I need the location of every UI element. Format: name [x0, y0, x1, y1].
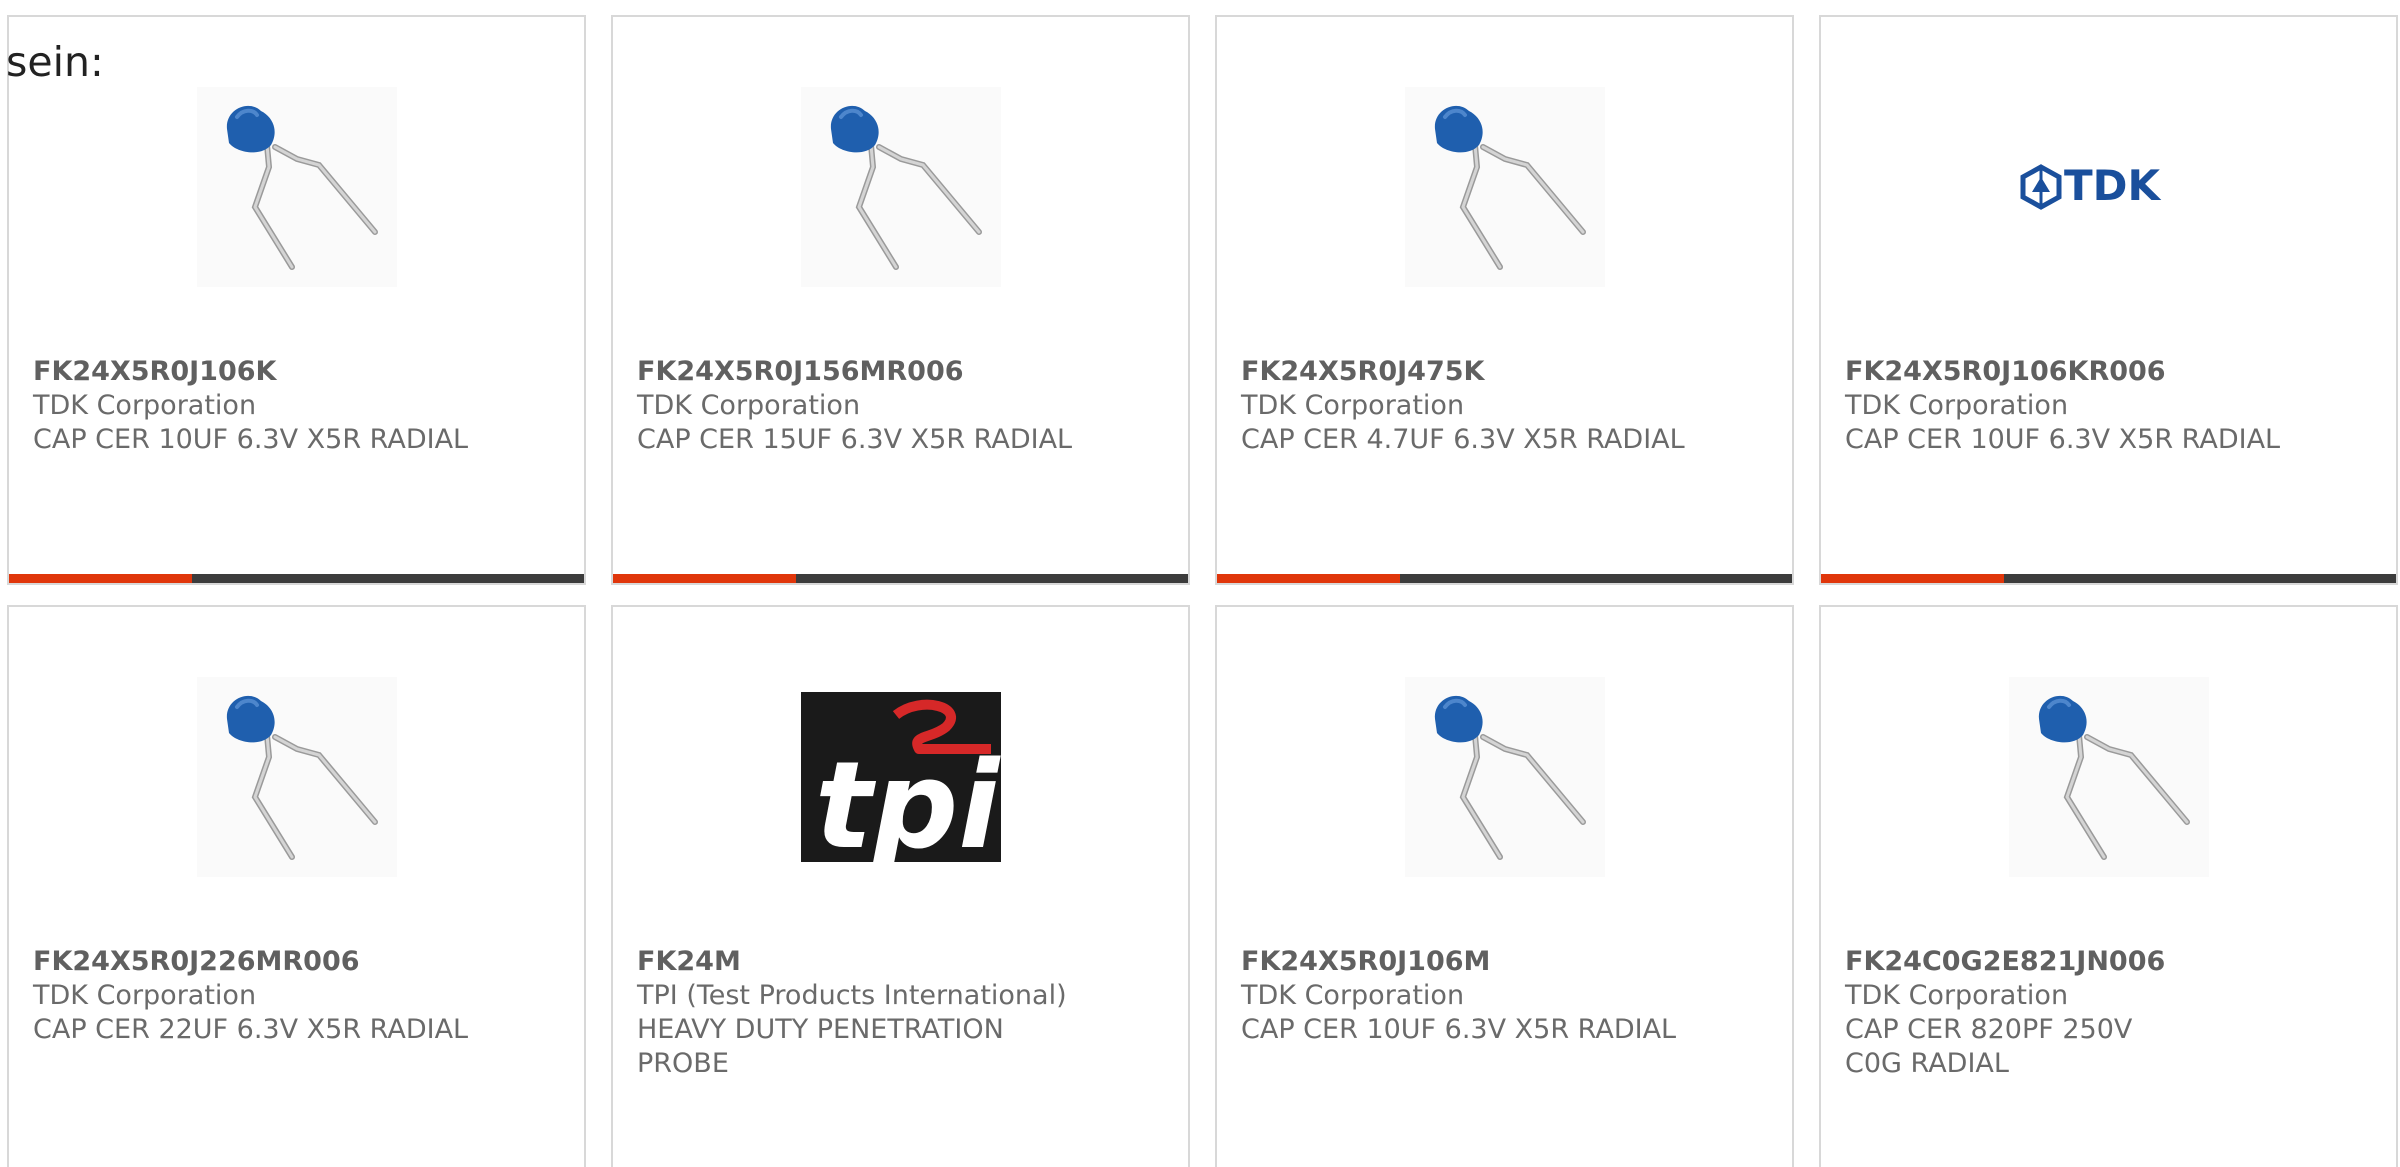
- manufacturer: TDK Corporation: [1845, 390, 2069, 421]
- radial-capacitor-icon[interactable]: [800, 87, 1001, 287]
- part-number[interactable]: FK24X5R0J475K: [1241, 355, 1768, 389]
- card-bar-accent: [613, 574, 796, 583]
- product-card[interactable]: tpi FK24M TPI (Test Products Internation…: [611, 605, 1190, 1167]
- product-info: FK24X5R0J156MR006 TDK Corporation CAP CE…: [637, 355, 1164, 457]
- product-info: FK24C0G2E821JN006 TDK Corporation CAP CE…: [1845, 945, 2372, 1081]
- product-info: FK24X5R0J226MR006 TDK Corporation CAP CE…: [33, 945, 560, 1047]
- card-bar-accent: [9, 574, 192, 583]
- card-bar: [613, 574, 1188, 583]
- product-card[interactable]: TDK FK24X5R0J106KR006 TDK Corporation CA…: [1819, 15, 2398, 585]
- manufacturer: TDK Corporation: [1241, 980, 1465, 1011]
- product-card[interactable]: FK24C0G2E821JN006 TDK Corporation CAP CE…: [1819, 605, 2398, 1167]
- product-info: FK24X5R0J475K TDK Corporation CAP CER 4.…: [1241, 355, 1768, 457]
- description: CAP CER 4.7UF 6.3V X5R RADIAL: [1241, 424, 1685, 455]
- manufacturer: TDK Corporation: [637, 390, 861, 421]
- intro-text: sein:: [6, 38, 104, 86]
- product-card[interactable]: FK24X5R0J106K TDK Corporation CAP CER 10…: [7, 15, 586, 585]
- manufacturer: TDK Corporation: [33, 390, 257, 421]
- product-card[interactable]: FK24X5R0J226MR006 TDK Corporation CAP CE…: [7, 605, 586, 1167]
- tpi-logo-text: tpi: [815, 737, 1001, 876]
- description: HEAVY DUTY PENETRATION PROBE: [637, 1014, 1004, 1079]
- radial-capacitor-icon[interactable]: [196, 677, 397, 877]
- product-info: FK24X5R0J106KR006 TDK Corporation CAP CE…: [1845, 355, 2372, 457]
- radial-capacitor-icon[interactable]: [1404, 87, 1605, 287]
- manufacturer: TDK Corporation: [1241, 390, 1465, 421]
- card-bar: [9, 574, 584, 583]
- product-card[interactable]: FK24X5R0J156MR006 TDK Corporation CAP CE…: [611, 15, 1190, 585]
- description: CAP CER 22UF 6.3V X5R RADIAL: [33, 1014, 469, 1045]
- tdk-logo-text: TDK: [2064, 161, 2162, 210]
- manufacturer: TDK Corporation: [33, 980, 257, 1011]
- description: CAP CER 15UF 6.3V X5R RADIAL: [637, 424, 1073, 455]
- description: CAP CER 10UF 6.3V X5R RADIAL: [33, 424, 469, 455]
- manufacturer: TPI (Test Products International): [637, 980, 1067, 1011]
- card-bar: [1821, 574, 2396, 583]
- product-card[interactable]: FK24X5R0J475K TDK Corporation CAP CER 4.…: [1215, 15, 1794, 585]
- part-number[interactable]: FK24C0G2E821JN006: [1845, 945, 2372, 979]
- part-number[interactable]: FK24X5R0J226MR006: [33, 945, 560, 979]
- card-bar-accent: [1821, 574, 2004, 583]
- product-info: FK24X5R0J106K TDK Corporation CAP CER 10…: [33, 355, 560, 457]
- part-number[interactable]: FK24X5R0J106KR006: [1845, 355, 2372, 389]
- description: CAP CER 10UF 6.3V X5R RADIAL: [1845, 424, 2281, 455]
- card-bar-accent: [1217, 574, 1400, 583]
- manufacturer: TDK Corporation: [1845, 980, 2069, 1011]
- radial-capacitor-icon[interactable]: [1404, 677, 1605, 877]
- card-bar: [1217, 574, 1792, 583]
- part-number[interactable]: FK24X5R0J156MR006: [637, 355, 1164, 389]
- radial-capacitor-icon[interactable]: [2008, 677, 2209, 877]
- product-info: FK24M TPI (Test Products International) …: [637, 945, 1164, 1081]
- description: CAP CER 10UF 6.3V X5R RADIAL: [1241, 1014, 1677, 1045]
- tpi-logo[interactable]: tpi: [800, 677, 1001, 877]
- part-number[interactable]: FK24X5R0J106K: [33, 355, 560, 389]
- tdk-logo[interactable]: TDK: [2009, 87, 2209, 287]
- product-card[interactable]: FK24X5R0J106M TDK Corporation CAP CER 10…: [1215, 605, 1794, 1167]
- product-info: FK24X5R0J106M TDK Corporation CAP CER 10…: [1241, 945, 1768, 1047]
- radial-capacitor-icon[interactable]: [196, 87, 397, 287]
- part-number[interactable]: FK24X5R0J106M: [1241, 945, 1768, 979]
- part-number[interactable]: FK24M: [637, 945, 1164, 979]
- description: CAP CER 820PF 250V C0G RADIAL: [1845, 1014, 2133, 1079]
- product-grid-page: sein: FK24X5R0J106K TDK Corporation CAP …: [0, 0, 2400, 1167]
